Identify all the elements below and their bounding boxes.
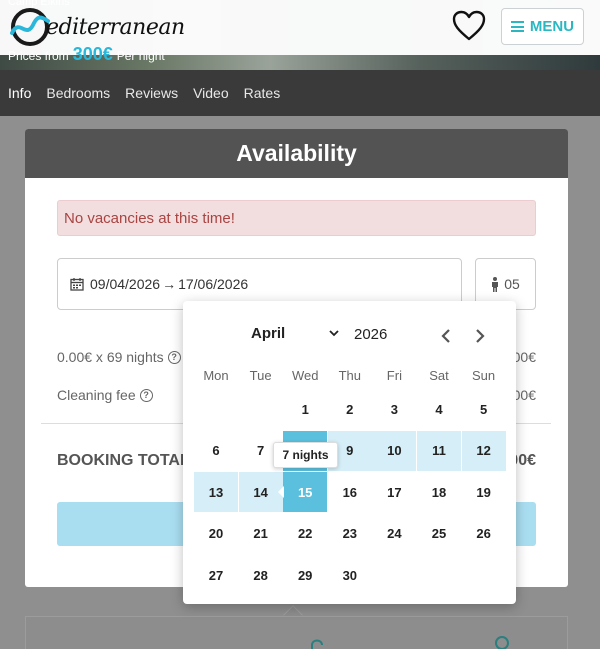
site-logo[interactable]: editerranean [8, 5, 185, 49]
nightly-text: 0.00€ x 69 nights [57, 349, 164, 365]
logo-text: editerranean [46, 14, 185, 40]
weekday-label: Mon [203, 368, 229, 383]
calendar-day[interactable]: 11 [417, 430, 461, 471]
calendar-day[interactable]: 18 [417, 472, 461, 512]
calendar-empty-cell [194, 389, 238, 429]
calendar-day[interactable]: 14 [238, 472, 283, 512]
calendar-day-range-end[interactable]: 15 [283, 472, 328, 512]
date-picker-header: April 2026 [183, 325, 516, 349]
month-value: April [251, 325, 286, 342]
calendar-day[interactable]: 25 [417, 514, 461, 554]
calendar-day[interactable]: 29 [283, 555, 327, 595]
tooltip-arrow [278, 486, 284, 498]
guests-count: 05 [504, 276, 520, 292]
weekday-label: Thu [338, 368, 361, 383]
nights-tooltip: 7 nights [273, 442, 338, 468]
section-nav: Info Bedrooms Reviews Video Rates [0, 70, 600, 116]
weekday-label: Wed [291, 368, 319, 383]
cleaning-line: Cleaning fee ? [57, 387, 153, 403]
nav-item-rates[interactable]: Rates [244, 85, 281, 101]
no-vacancy-alert: No vacancies at this time! [57, 200, 536, 236]
amenity-icon [96, 639, 156, 649]
date-arrow: → [162, 276, 177, 292]
price-amount: 300€ [72, 44, 113, 64]
nav-item-bedrooms[interactable]: Bedrooms [46, 85, 110, 101]
amenity-icon [495, 636, 509, 649]
amenity-icon [311, 639, 323, 649]
year-value[interactable]: 2026 [354, 326, 387, 343]
help-icon[interactable]: ? [167, 350, 181, 364]
help-icon[interactable]: ? [139, 388, 153, 402]
person-icon [492, 276, 499, 292]
nav-item-reviews[interactable]: Reviews [125, 85, 178, 101]
calendar-empty-cell [239, 389, 283, 429]
prices-prefix: Prices from [8, 49, 69, 63]
property-name: Camp Elkins [8, 0, 70, 8]
calendar-day[interactable]: 28 [239, 555, 283, 595]
calendar-day[interactable]: 26 [462, 514, 506, 554]
calendar-empty-cell [417, 555, 461, 595]
cleaning-label: Cleaning fee [57, 387, 136, 403]
booking-total-label: BOOKING TOTAL [57, 452, 190, 469]
calendar-day[interactable]: 5 [462, 389, 506, 429]
hamburger-icon [510, 21, 524, 32]
calendar-day[interactable]: 12 [461, 430, 506, 471]
nightly-line: 0.00€ x 69 nights ? [57, 349, 181, 365]
calendar-empty-cell [372, 555, 416, 595]
chevron-down-icon [329, 330, 339, 337]
weekday-label: Sat [429, 368, 449, 383]
calendar-day[interactable]: 6 [194, 431, 238, 471]
next-month-icon[interactable] [475, 327, 485, 348]
weekday-label: Fri [386, 368, 402, 383]
nav-item-info[interactable]: Info [8, 85, 31, 101]
calendar-day[interactable]: 23 [328, 514, 372, 554]
favorite-heart-icon[interactable] [452, 10, 486, 42]
calendar-day[interactable]: 24 [372, 514, 416, 554]
menu-button[interactable]: MENU [501, 8, 584, 45]
weekday-label: Sun [472, 368, 496, 383]
calendar-empty-cell [462, 555, 506, 595]
prev-month-icon[interactable] [441, 327, 451, 348]
menu-label: MENU [529, 18, 575, 35]
calendar-day[interactable]: 13 [194, 472, 238, 512]
calendar-day[interactable]: 4 [417, 389, 461, 429]
calendar-day[interactable]: 16 [328, 472, 372, 512]
calendar-day[interactable]: 17 [372, 472, 416, 512]
date-picker-popup: April 2026 7 nights Mon Tue Wed Thu Fri Sat Su… [183, 301, 516, 604]
calendar-day[interactable]: 27 [194, 555, 238, 595]
date-from: 09/04/2026 [90, 276, 161, 292]
calendar-day[interactable]: 19 [462, 472, 506, 512]
calendar-day[interactable]: 1 [283, 389, 327, 429]
calendar-icon [70, 278, 84, 291]
weekday-label: Tue [249, 368, 272, 383]
date-to: 17/06/2026 [178, 276, 249, 292]
month-select[interactable]: April [251, 325, 339, 342]
calendar-day[interactable]: 10 [372, 430, 417, 471]
nav-item-video[interactable]: Video [193, 85, 229, 101]
calendar-day[interactable]: 21 [239, 514, 283, 554]
availability-title: Availability [25, 129, 568, 178]
calendar-day[interactable]: 30 [328, 555, 372, 595]
calendar-day[interactable]: 2 [328, 389, 372, 429]
prices-suffix: Per night [116, 49, 165, 63]
calendar-day[interactable]: 22 [283, 514, 327, 554]
amenities-card [25, 616, 568, 649]
calendar-day[interactable]: 3 [372, 389, 416, 429]
price-summary: Prices from 300€ Per night [8, 44, 165, 65]
calendar-day[interactable]: 20 [194, 514, 238, 554]
